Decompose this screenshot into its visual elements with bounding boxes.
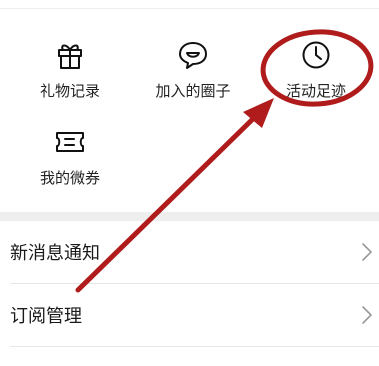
gift-records-item[interactable]: 礼物记录: [24, 38, 116, 101]
section-separator: [0, 212, 379, 221]
activity-footprint-item[interactable]: 活动足迹: [270, 38, 362, 101]
my-coupons-label: 我的微券: [39, 169, 100, 187]
activity-footprint-label: 活动足迹: [285, 82, 346, 100]
clock-icon: [302, 41, 330, 69]
chat-smile-icon: [179, 42, 207, 69]
chevron-right-icon: [362, 306, 372, 324]
gift-icon: [58, 44, 82, 69]
annotation-arrowhead: [243, 98, 274, 128]
ticket-icon: [56, 132, 84, 152]
gift-records-label: 礼物记录: [39, 82, 100, 100]
chevron-right-icon: [362, 243, 372, 261]
new-message-notification-label: 新消息通知: [10, 243, 100, 264]
joined-circles-item[interactable]: 加入的圈子: [147, 38, 239, 101]
subscription-management-label: 订阅管理: [10, 306, 82, 327]
joined-circles-label: 加入的圈子: [155, 82, 231, 100]
profile-page: 礼物记录 加入的圈子 活动足迹 我的微券 新消息通知 订阅管理: [0, 0, 379, 366]
subscription-management-row[interactable]: 订阅管理: [0, 284, 379, 346]
top-divider: [0, 0, 379, 9]
new-message-notification-row[interactable]: 新消息通知: [0, 221, 379, 283]
my-coupons-item[interactable]: 我的微券: [24, 125, 116, 188]
row-divider: [10, 346, 379, 347]
